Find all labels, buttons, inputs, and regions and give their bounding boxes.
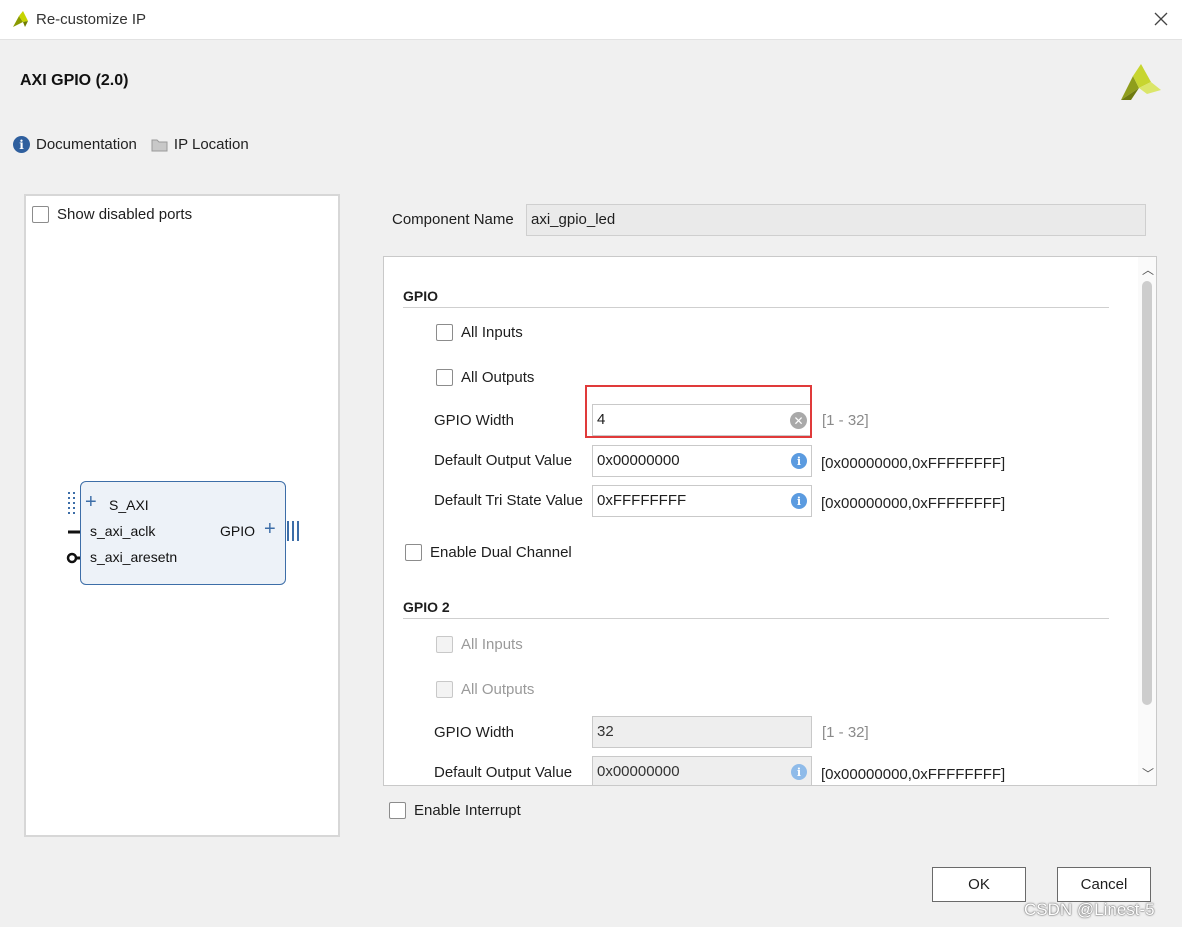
info-icon: i xyxy=(13,136,30,153)
gpio2-width-value: 32 xyxy=(597,723,614,740)
enable-interrupt-checkbox[interactable] xyxy=(389,802,406,819)
show-disabled-ports[interactable]: Show disabled ports xyxy=(32,206,192,223)
ip-symbol-panel: Show disabled ports + S_AXI s_axi_aclk s… xyxy=(24,194,340,837)
close-icon xyxy=(1154,12,1168,26)
gpio-default-output-range: [0x00000000,0xFFFFFFFF] xyxy=(821,455,1006,472)
scrollbar-thumb[interactable] xyxy=(1142,281,1152,705)
gpio-default-tri-input[interactable]: 0xFFFFFFFF i xyxy=(592,485,812,517)
gpio-all-outputs[interactable]: All Outputs xyxy=(436,369,534,386)
gpio2-all-outputs-label: All Outputs xyxy=(461,681,535,698)
gpio2-divider xyxy=(403,618,1109,619)
info-icon: i xyxy=(791,493,807,509)
gpio-divider xyxy=(403,307,1109,308)
gpio-all-inputs-label: All Inputs xyxy=(461,324,523,341)
gpio2-all-inputs[interactable]: All Inputs xyxy=(436,636,523,653)
gpio-width-label: GPIO Width xyxy=(434,412,515,429)
enable-dual-channel-checkbox[interactable] xyxy=(405,544,422,561)
highlight-box xyxy=(585,385,812,438)
gpio2-width-label: GPIO Width xyxy=(434,724,515,741)
gpio-section-title: GPIO xyxy=(403,288,439,304)
ip-location-link[interactable]: IP Location xyxy=(151,136,249,153)
documentation-label: Documentation xyxy=(36,136,137,153)
gpio-all-inputs[interactable]: All Inputs xyxy=(436,324,523,341)
enable-dual-channel-label: Enable Dual Channel xyxy=(430,544,572,561)
gpio2-all-inputs-label: All Inputs xyxy=(461,636,523,653)
folder-icon xyxy=(151,139,168,151)
gpio-all-inputs-checkbox[interactable] xyxy=(436,324,453,341)
port-s-axi-aclk: s_axi_aclk xyxy=(90,523,156,539)
gpio-default-tri-value: 0xFFFFFFFF xyxy=(597,492,687,509)
port-s-axi-aresetn: s_axi_aresetn xyxy=(90,549,178,565)
gpio-expand-plus-icon[interactable]: + xyxy=(264,519,276,539)
cancel-button[interactable]: Cancel xyxy=(1057,867,1151,902)
gpio2-section-title: GPIO 2 xyxy=(403,599,450,615)
port-gpio: GPIO xyxy=(220,523,256,539)
gpio-width-range: [1 - 32] xyxy=(822,412,869,429)
enable-dual-channel[interactable]: Enable Dual Channel xyxy=(405,544,572,561)
port-s-axi: S_AXI xyxy=(109,497,149,513)
show-disabled-ports-checkbox[interactable] xyxy=(32,206,49,223)
gpio-default-output-value: 0x00000000 xyxy=(597,452,680,469)
settings-panel: GPIO All Inputs All Outputs GPIO Width 4… xyxy=(383,256,1157,786)
gpio2-default-output-value: 0x00000000 xyxy=(597,763,680,780)
gpio2-default-output-range: [0x00000000,0xFFFFFFFF] xyxy=(821,766,1006,783)
expand-plus-icon[interactable]: + xyxy=(85,492,97,512)
documentation-link[interactable]: i Documentation xyxy=(13,136,137,153)
axi-gpio-block[interactable]: + S_AXI s_axi_aclk s_axi_aresetn GPIO + xyxy=(80,481,286,585)
ok-button[interactable]: OK xyxy=(932,867,1026,902)
gpio2-default-output-input[interactable]: 0x00000000 i xyxy=(592,756,812,785)
close-button[interactable] xyxy=(1148,6,1174,32)
scroll-up-icon[interactable]: ︿ xyxy=(1142,261,1154,278)
gpio-bus-icon xyxy=(287,521,299,541)
gpio-all-outputs-label: All Outputs xyxy=(461,369,535,386)
enable-interrupt[interactable]: Enable Interrupt xyxy=(389,802,521,819)
gpio2-all-inputs-checkbox[interactable] xyxy=(436,636,453,653)
watermark: CSDN @Linest-5 xyxy=(1024,900,1155,919)
component-name-field[interactable]: axi_gpio_led xyxy=(526,204,1146,236)
scrollbar[interactable]: ︿ ﹀ xyxy=(1138,257,1156,785)
gpio2-default-output-label: Default Output Value xyxy=(434,764,573,781)
gpio-all-outputs-checkbox[interactable] xyxy=(436,369,453,386)
gpio2-all-outputs[interactable]: All Outputs xyxy=(436,681,534,698)
title-bar: Re-customize IP xyxy=(0,0,1182,40)
gpio-default-tri-range: [0x00000000,0xFFFFFFFF] xyxy=(821,495,1006,512)
enable-interrupt-label: Enable Interrupt xyxy=(414,802,521,819)
window-title: Re-customize IP xyxy=(36,11,147,28)
ip-location-label: IP Location xyxy=(173,136,249,153)
gpio2-width-range: [1 - 32] xyxy=(822,724,869,741)
xilinx-logo-icon xyxy=(1121,64,1161,100)
gpio2-width-input[interactable]: 32 xyxy=(592,716,812,748)
ip-title: AXI GPIO (2.0) xyxy=(20,72,129,89)
gpio-default-output-label: Default Output Value xyxy=(434,452,573,469)
gpio2-all-outputs-checkbox[interactable] xyxy=(436,681,453,698)
header-links: i Documentation IP Location xyxy=(13,136,263,153)
gpio-default-output-input[interactable]: 0x00000000 i xyxy=(592,445,812,477)
gpio-default-tri-label: Default Tri State Value xyxy=(434,492,583,509)
info-icon: i xyxy=(791,764,807,780)
scroll-down-icon[interactable]: ﹀ xyxy=(1142,765,1154,782)
component-name-label: Component Name xyxy=(392,211,514,228)
show-disabled-ports-label: Show disabled ports xyxy=(57,206,193,223)
info-icon: i xyxy=(791,453,807,469)
app-logo-icon xyxy=(13,11,28,27)
